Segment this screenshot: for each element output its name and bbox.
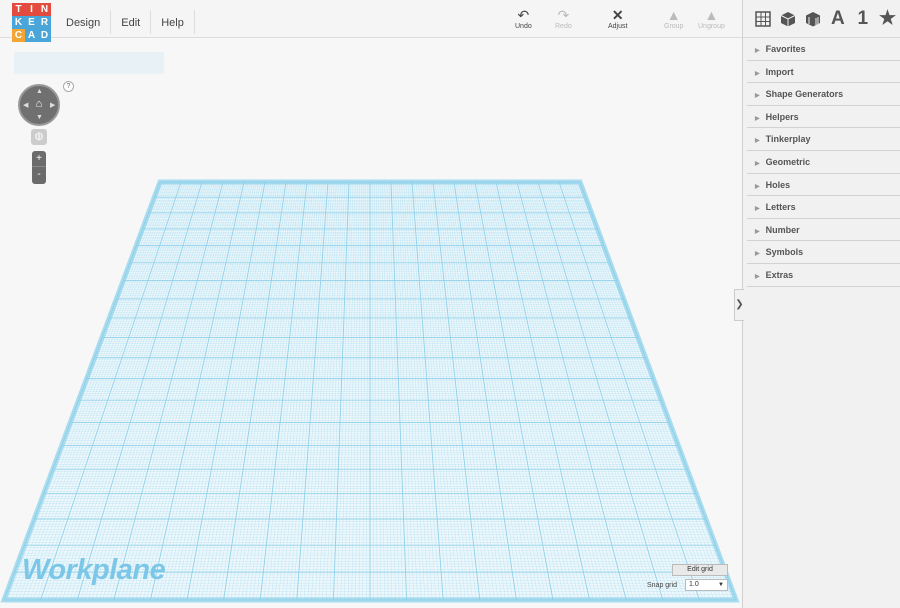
tinkercad-logo[interactable]: T I N K E R C A D bbox=[12, 3, 52, 43]
logo-letter: D bbox=[38, 29, 51, 42]
logo-letter: I bbox=[25, 3, 38, 16]
home-view-icon[interactable]: ⌂ bbox=[33, 98, 45, 110]
sidebar-tabs: A 1 ★ bbox=[743, 0, 900, 38]
expand-arrow-icon: ▶ bbox=[755, 273, 760, 280]
logo-letter: R bbox=[38, 16, 51, 29]
arrow-down-icon[interactable]: ▼ bbox=[36, 114, 43, 121]
logo-letter: E bbox=[25, 16, 38, 29]
workplane-grid[interactable] bbox=[0, 38, 740, 608]
adjust-button[interactable]: ✕ Adjust bbox=[608, 7, 627, 31]
section-holes[interactable]: ▶ Holes bbox=[747, 174, 900, 197]
workplane-label: Workplane bbox=[22, 554, 166, 586]
tinkercad-app: Design Edit Help ↶ Undo ↷ Redo ✕ Adjust … bbox=[0, 0, 900, 608]
section-geometric[interactable]: ▶ Geometric bbox=[747, 151, 900, 174]
group-button[interactable]: ▲ Group bbox=[664, 7, 683, 31]
design-canvas[interactable]: ? ▲ ▼ ◀ ▶ ⌂ ◍ + - Workplane Edit grid Sn… bbox=[0, 38, 740, 608]
menu-design[interactable]: Design bbox=[56, 10, 112, 34]
zoom-out-button[interactable]: - bbox=[32, 167, 46, 183]
collapse-sidebar-button[interactable]: ❯ bbox=[734, 289, 744, 321]
logo-letter: T bbox=[12, 3, 25, 16]
undo-button[interactable]: ↶ Undo bbox=[515, 7, 532, 31]
snap-grid-select[interactable]: 1.0 ▼ bbox=[685, 579, 728, 591]
letters-tab[interactable]: A bbox=[825, 8, 850, 30]
fit-view-button[interactable]: ◍ bbox=[31, 129, 47, 145]
section-symbols[interactable]: ▶ Symbols bbox=[747, 241, 900, 264]
cube-icon[interactable] bbox=[776, 8, 801, 30]
menu-help[interactable]: Help bbox=[151, 10, 195, 34]
star-icon[interactable]: ★ bbox=[875, 8, 900, 30]
expand-arrow-icon: ▶ bbox=[755, 160, 760, 167]
undo-icon: ↶ bbox=[517, 7, 530, 23]
section-import[interactable]: ▶ Import bbox=[747, 61, 900, 84]
logo-letter: N bbox=[38, 3, 51, 16]
ungroup-icon: ▲ bbox=[704, 7, 719, 23]
expand-arrow-icon: ▶ bbox=[755, 228, 760, 235]
expand-arrow-icon: ▶ bbox=[755, 183, 760, 190]
expand-arrow-icon: ▶ bbox=[755, 115, 760, 122]
striped-cube-icon[interactable] bbox=[801, 8, 826, 30]
expand-arrow-icon: ▶ bbox=[755, 48, 760, 54]
zoom-in-button[interactable]: + bbox=[32, 151, 46, 167]
arrow-left-icon[interactable]: ◀ bbox=[23, 101, 28, 109]
group-icon: ▲ bbox=[666, 7, 681, 23]
numbers-tab[interactable]: 1 bbox=[850, 8, 875, 30]
arrow-right-icon[interactable]: ▶ bbox=[50, 101, 55, 109]
logo-letter: A bbox=[25, 29, 38, 42]
section-favorites[interactable]: ▶ Favorites bbox=[747, 38, 900, 61]
expand-arrow-icon: ▶ bbox=[755, 138, 760, 145]
expand-arrow-icon: ▶ bbox=[755, 251, 760, 258]
section-shape-generators[interactable]: ▶ Shape Generators bbox=[747, 83, 900, 106]
redo-icon: ↷ bbox=[557, 7, 570, 23]
orbit-icon: ◍ bbox=[34, 131, 44, 142]
arrow-up-icon[interactable]: ▲ bbox=[36, 88, 43, 95]
snap-grid-label: Snap grid bbox=[647, 582, 677, 589]
view-navigation-wheel[interactable]: ▲ ▼ ◀ ▶ ⌂ bbox=[18, 84, 60, 126]
menu-edit[interactable]: Edit bbox=[111, 10, 152, 34]
section-extras[interactable]: ▶ Extras bbox=[747, 264, 900, 287]
ungroup-button[interactable]: ▲ Ungroup bbox=[698, 7, 725, 31]
logo-letter: C bbox=[12, 29, 25, 42]
section-tinkerplay[interactable]: ▶ Tinkerplay bbox=[747, 128, 900, 151]
shape-categories: ▶ Favorites ▶ Import ▶ Shape Generators ▶ He… bbox=[743, 38, 900, 287]
edit-grid-button[interactable]: Edit grid bbox=[672, 564, 728, 576]
section-helpers[interactable]: ▶ Helpers bbox=[747, 106, 900, 129]
expand-arrow-icon: ▶ bbox=[755, 93, 760, 100]
main-menu: Design Edit Help bbox=[56, 10, 195, 34]
redo-button[interactable]: ↷ Redo bbox=[555, 7, 572, 31]
adjust-icon: ✕ bbox=[611, 7, 624, 23]
grid-icon[interactable] bbox=[751, 8, 776, 30]
design-title-field[interactable] bbox=[14, 52, 164, 74]
section-letters[interactable]: ▶ Letters bbox=[747, 196, 900, 219]
dropdown-arrow-icon: ▼ bbox=[718, 582, 724, 588]
logo-letter: K bbox=[12, 16, 25, 29]
section-number[interactable]: ▶ Number bbox=[747, 219, 900, 242]
zoom-control: + - bbox=[32, 151, 46, 184]
help-badge[interactable]: ? bbox=[63, 81, 74, 92]
expand-arrow-icon: ▶ bbox=[755, 70, 760, 77]
expand-arrow-icon: ▶ bbox=[755, 206, 760, 213]
top-bar: Design Edit Help ↶ Undo ↷ Redo ✕ Adjust … bbox=[0, 0, 742, 38]
shapes-sidebar: A 1 ★ ▶ Favorites ▶ Import ▶ Shape Generato… bbox=[742, 0, 900, 608]
